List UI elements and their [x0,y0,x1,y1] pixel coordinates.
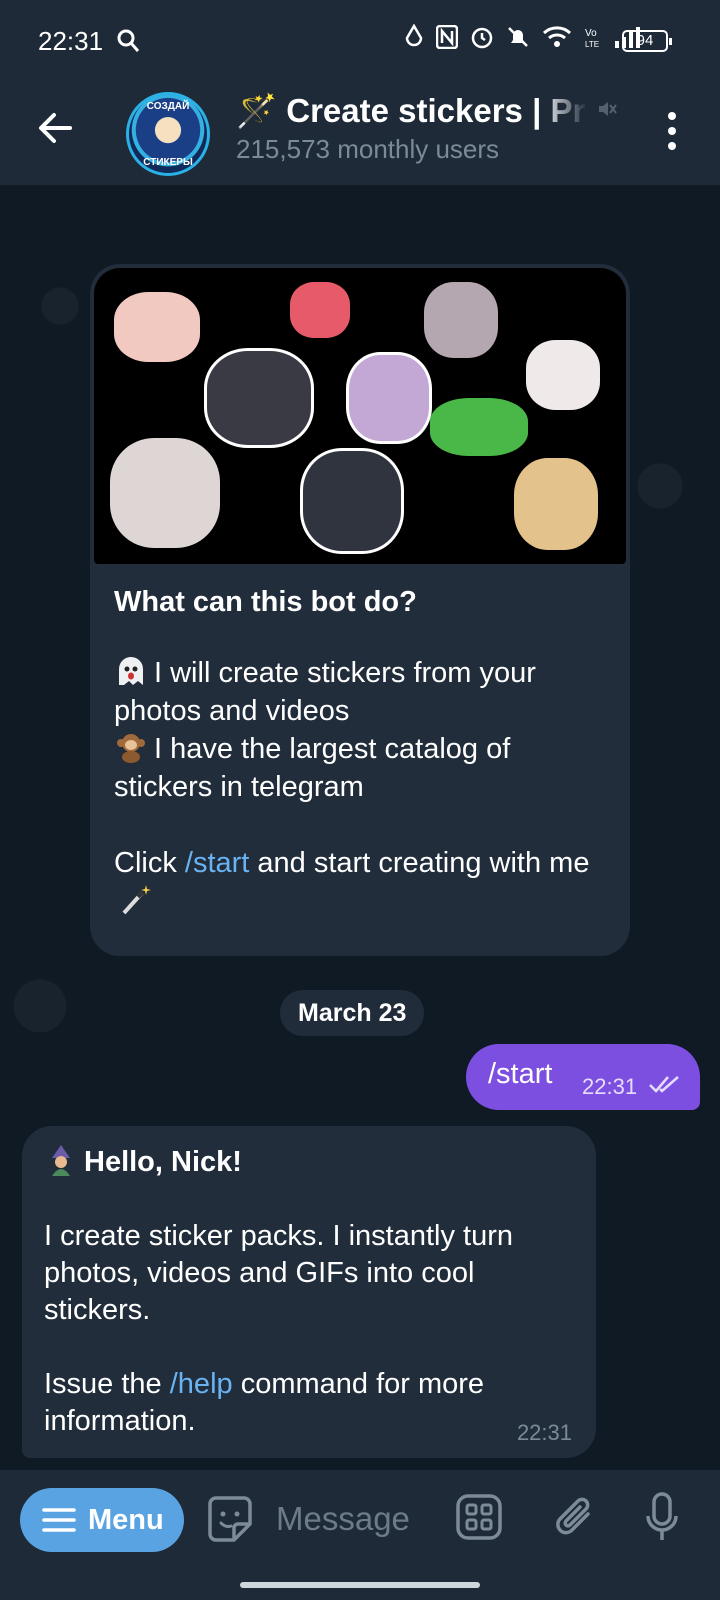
bot-info-line3-pre: Click [114,847,185,879]
notifications-off-icon [508,27,528,47]
search-icon [117,29,140,52]
sticker-blonde-girl [514,458,598,550]
incoming-message-time: 22:31 [516,1420,572,1445]
avatar-text-top: СОЗДАЙ [146,101,190,112]
muted-icon [599,102,617,116]
incoming-message[interactable]: Hello, Nick! I create sticker packs. I i… [22,1126,596,1458]
start-command-link[interactable]: /start [185,847,249,879]
bot-info-line3-post: and start creating with me [249,847,590,879]
mini-apps-icon[interactable] [456,1494,502,1540]
battery-indicator: 94 [622,30,672,52]
sticker-pink-bunny [290,282,350,338]
sticker-mice [424,282,498,358]
alarm-icon [471,27,493,49]
mage-emoji-icon [52,1145,70,1176]
status-time: 22:31 [38,26,104,56]
attach-icon[interactable] [552,1492,596,1542]
outgoing-message[interactable]: /start 22:31 [466,1044,700,1110]
sticker-white-cat [526,340,600,410]
bot-preview-image [94,268,626,564]
bot-info-line2: I have the largest catalog of stickers i… [114,733,511,803]
svg-text:LTE: LTE [585,40,599,49]
data-saver-icon [405,24,423,47]
microphone-icon[interactable] [646,1492,678,1544]
menu-button-label: Menu [88,1504,164,1536]
date-separator: March 23 [280,990,425,1036]
avatar[interactable]: СОЗДАЙ СТИКЕРЫ [126,92,210,176]
volte-icon: VoLTE [585,28,599,49]
ghost-emoji-icon [119,657,143,685]
read-checkmarks-icon [649,1076,679,1093]
outgoing-message-time: 22:31 [582,1074,638,1099]
incoming-para1: I create sticker packs. I instantly turn… [44,1220,514,1326]
chat-header: СОЗДАЙ СТИКЕРЫ 🪄 Create stickers | Pr 21… [0,82,720,186]
sticker-emoji-icon[interactable] [206,1494,254,1544]
svg-text:Vo: Vo [585,28,597,39]
bot-menu-button[interactable]: Menu [20,1488,184,1552]
sticker-bunny [114,292,200,362]
magic-wand-emoji-icon [122,885,151,915]
chat-area[interactable]: What can this bot do? I will create stic… [0,186,720,1470]
outgoing-message-text: /start [488,1058,553,1090]
message-input-bar: Menu [0,1470,720,1600]
sticker-frog [430,398,528,456]
avatar-text-bottom: СТИКЕРЫ [143,157,193,168]
message-input[interactable] [276,1494,436,1544]
bot-info-line1: I will create stickers from your photos … [114,657,536,727]
bot-info-title: What can this bot do? [114,586,417,618]
back-arrow-icon[interactable] [30,102,82,154]
menu-icon [42,1508,76,1532]
wifi-icon [542,26,572,47]
sticker-cat-girl [204,348,314,448]
chat-subtitle: 215,573 monthly users [236,134,500,164]
home-indicator[interactable] [240,1582,480,1588]
bot-info-card: What can this bot do? I will create stic… [90,264,630,956]
sticker-mouse-big [110,438,220,548]
bot-info-text: I will create stickers from your photos … [114,654,614,956]
monkey-emoji-icon [117,734,145,763]
incoming-message-body: I create sticker packs. I instantly turn… [44,1218,564,1470]
sticker-couple [300,448,404,554]
more-options-icon[interactable] [654,106,690,156]
greeting-line: Hello, Nick! [44,1144,242,1179]
greeting-text: Hello, Nick! [84,1146,242,1178]
nfc-icon [436,25,458,49]
sticker-witch-girl [346,352,432,444]
status-bar: 22:31 Vo LTE 94 [0,0,720,82]
incoming-para2-pre: Issue the [44,1368,170,1400]
help-command-link[interactable]: /help [170,1368,233,1400]
